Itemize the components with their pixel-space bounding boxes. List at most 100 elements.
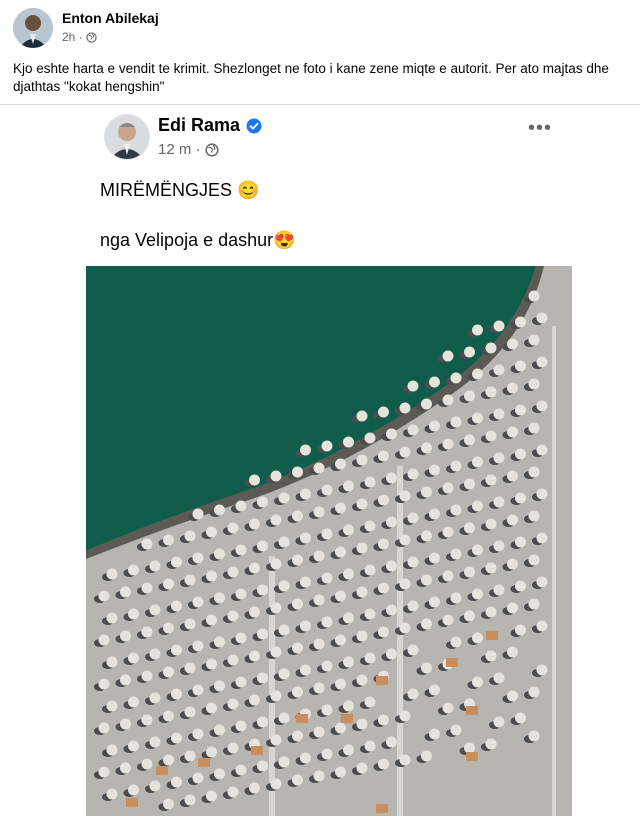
beach-umbrella	[249, 518, 260, 530]
beach-umbrella	[464, 478, 475, 490]
beach-umbrella	[257, 496, 268, 508]
beach-umbrella	[450, 372, 462, 384]
beach-umbrella	[429, 596, 440, 608]
beach-umbrella	[472, 588, 483, 600]
beach-umbrella	[149, 560, 161, 572]
beach-umbrella	[171, 688, 182, 700]
beach-umbrella	[278, 492, 290, 504]
beach-hut	[376, 676, 388, 685]
beach-umbrella	[120, 762, 131, 774]
beach-umbrella	[300, 752, 311, 764]
beach-umbrella	[335, 458, 346, 470]
beach-umbrella	[507, 426, 518, 438]
beach-umbrella	[507, 514, 518, 526]
post-meta: 2h ·	[62, 30, 97, 44]
beach-umbrella	[507, 690, 518, 702]
beach-umbrella	[163, 578, 174, 590]
beach-umbrella	[214, 636, 225, 648]
avatar[interactable]	[13, 8, 53, 48]
beach-aerial-photo	[86, 266, 572, 816]
beach-umbrella	[206, 658, 217, 670]
beach-umbrella	[493, 320, 505, 332]
beach-umbrella	[270, 514, 282, 526]
beach-umbrella	[292, 686, 303, 698]
beach-umbrella	[321, 704, 333, 716]
beach-umbrella	[442, 702, 454, 714]
beach-umbrella	[528, 598, 540, 610]
beach-umbrella	[536, 356, 548, 368]
beach-umbrella	[515, 404, 526, 416]
beach-umbrella	[421, 530, 432, 542]
shared-post-time: 12 m ·	[158, 141, 201, 158]
beach-umbrella	[292, 510, 303, 522]
author-name[interactable]: Enton Abilekaj	[62, 10, 159, 26]
beach-umbrella	[300, 620, 311, 632]
beach-umbrella	[399, 754, 411, 766]
beach-umbrella	[378, 494, 389, 506]
beach-umbrella	[378, 406, 389, 418]
beach-umbrella	[98, 722, 110, 734]
beach-umbrella	[536, 576, 548, 588]
beach-umbrella	[421, 618, 432, 630]
beach-umbrella	[149, 736, 161, 748]
beach-umbrella	[450, 460, 462, 472]
beach-umbrella	[249, 782, 260, 794]
beach-umbrella	[386, 604, 397, 616]
beach-umbrella	[120, 586, 131, 598]
beach-hut	[296, 714, 308, 723]
beach-umbrella	[464, 390, 475, 402]
beach-umbrella	[399, 402, 411, 414]
beach-umbrella	[464, 566, 475, 578]
beach-umbrella	[278, 624, 290, 636]
beach-umbrella	[364, 432, 376, 444]
beach-umbrella	[313, 726, 325, 738]
beach-umbrella	[421, 574, 432, 586]
beach-umbrella	[472, 632, 483, 644]
beach-umbrella	[450, 504, 462, 516]
post-time[interactable]: 2h ·	[62, 30, 83, 44]
beach-umbrella	[485, 430, 497, 442]
beach-umbrella	[192, 508, 204, 520]
beach-umbrella	[386, 736, 397, 748]
beach-umbrella	[407, 688, 419, 700]
beach-umbrella	[141, 670, 153, 682]
beach-umbrella	[378, 758, 389, 770]
beach-umbrella	[493, 364, 505, 376]
beach-umbrella	[249, 650, 260, 662]
beach-umbrella	[206, 570, 217, 582]
beach-umbrella	[507, 382, 518, 394]
avatar-image	[105, 115, 149, 159]
beach-umbrella	[270, 778, 282, 790]
beach-umbrella	[128, 740, 139, 752]
beach-hut	[466, 752, 478, 761]
beach-umbrella	[343, 656, 354, 668]
beach-umbrella	[141, 582, 153, 594]
beach-umbrella	[485, 562, 497, 574]
beach-umbrella	[171, 556, 182, 568]
beach-umbrella	[528, 378, 540, 390]
beach-umbrella	[442, 526, 454, 538]
beach-umbrella	[214, 768, 225, 780]
beach-umbrella	[163, 754, 174, 766]
beach-umbrella	[214, 504, 225, 516]
divider	[0, 104, 640, 105]
beach-umbrella	[507, 602, 518, 614]
beach-umbrella	[128, 608, 139, 620]
shared-author-label: Edi Rama	[158, 115, 241, 135]
beach-umbrella	[257, 760, 268, 772]
beach-umbrella	[235, 588, 247, 600]
beach-umbrella	[450, 416, 462, 428]
beach-umbrella	[98, 634, 110, 646]
beach-umbrella	[515, 580, 526, 592]
beach-umbrella	[399, 446, 411, 458]
beach-umbrella	[386, 472, 397, 484]
beach-umbrella	[149, 692, 161, 704]
beach-umbrella	[378, 450, 389, 462]
beach-umbrella	[356, 718, 368, 730]
beach-umbrella	[184, 530, 196, 542]
beach-umbrella	[356, 586, 368, 598]
beach-umbrella	[442, 570, 454, 582]
beach-umbrella	[442, 614, 454, 626]
beach-umbrella	[292, 466, 303, 478]
beach-umbrella	[536, 620, 548, 632]
